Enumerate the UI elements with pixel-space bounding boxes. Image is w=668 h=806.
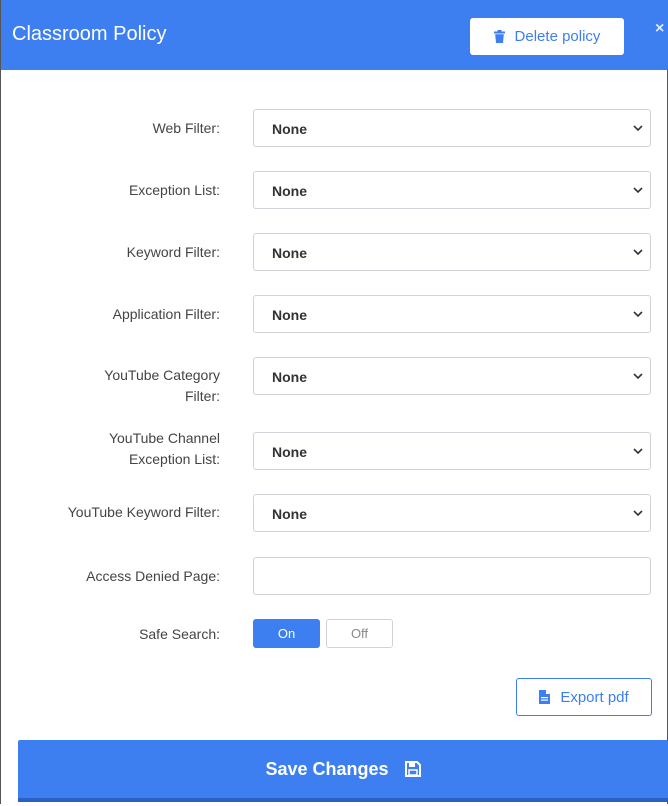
keyword-filter-select[interactable]: None	[253, 233, 651, 271]
youtube-channel-exception-label-line2: Exception List:	[128, 451, 220, 467]
safe-search-off-button[interactable]: Off	[326, 619, 393, 648]
access-denied-page-label: Access Denied Page:	[86, 568, 220, 584]
trash-icon	[493, 30, 505, 43]
floppy-disk-icon	[404, 761, 421, 777]
save-changes-label: Save Changes	[265, 758, 389, 779]
keyword-filter-value: None	[272, 245, 307, 261]
document-icon	[539, 690, 551, 704]
youtube-category-filter-label: YouTube Category Filter:	[50, 365, 220, 407]
access-denied-page-input[interactable]	[253, 557, 651, 595]
save-changes-button[interactable]: Save Changes	[18, 740, 668, 802]
chevron-down-icon	[633, 125, 643, 132]
application-filter-label: Application Filter:	[112, 306, 220, 322]
youtube-keyword-filter-value: None	[272, 506, 307, 522]
application-filter-select[interactable]: None	[253, 295, 651, 333]
youtube-category-filter-value: None	[272, 369, 307, 385]
export-pdf-label: Export pdf	[560, 688, 629, 706]
chevron-down-icon	[633, 311, 643, 318]
exception-list-value: None	[272, 183, 307, 199]
youtube-channel-exception-label-line1: YouTube Channel	[108, 430, 220, 446]
dialog-header: Classroom Policy Delete policy ×	[1, 0, 668, 70]
youtube-channel-exception-label: YouTube Channel Exception List:	[50, 428, 220, 470]
youtube-category-filter-label-line1: YouTube Category	[104, 367, 220, 383]
youtube-channel-exception-value: None	[272, 444, 307, 460]
web-filter-select[interactable]: None	[253, 109, 651, 147]
chevron-down-icon	[633, 187, 643, 194]
youtube-keyword-filter-label: YouTube Keyword Filter:	[67, 504, 220, 520]
chevron-down-icon	[633, 373, 643, 380]
export-pdf-button[interactable]: Export pdf	[516, 678, 652, 716]
application-filter-value: None	[272, 307, 307, 323]
delete-policy-label: Delete policy	[514, 28, 601, 45]
delete-policy-button[interactable]: Delete policy	[470, 18, 624, 55]
chevron-down-icon	[633, 249, 643, 256]
keyword-filter-label: Keyword Filter:	[126, 244, 220, 260]
youtube-category-filter-select[interactable]: None	[253, 357, 651, 395]
youtube-category-filter-label-line2: Filter:	[185, 388, 220, 404]
youtube-channel-exception-select[interactable]: None	[253, 432, 651, 470]
youtube-keyword-filter-select[interactable]: None	[253, 494, 651, 532]
safe-search-on-button[interactable]: On	[253, 619, 320, 648]
web-filter-label: Web Filter:	[152, 120, 220, 136]
chevron-down-icon	[633, 448, 643, 455]
chevron-down-icon	[633, 510, 643, 517]
dialog-title: Classroom Policy	[12, 23, 167, 45]
web-filter-value: None	[272, 121, 307, 137]
exception-list-select[interactable]: None	[253, 171, 651, 209]
policy-dialog: Classroom Policy Delete policy × Web Fil…	[0, 0, 668, 804]
close-icon[interactable]: ×	[655, 20, 664, 38]
safe-search-label: Safe Search:	[139, 626, 220, 642]
exception-list-label: Exception List:	[128, 182, 220, 198]
